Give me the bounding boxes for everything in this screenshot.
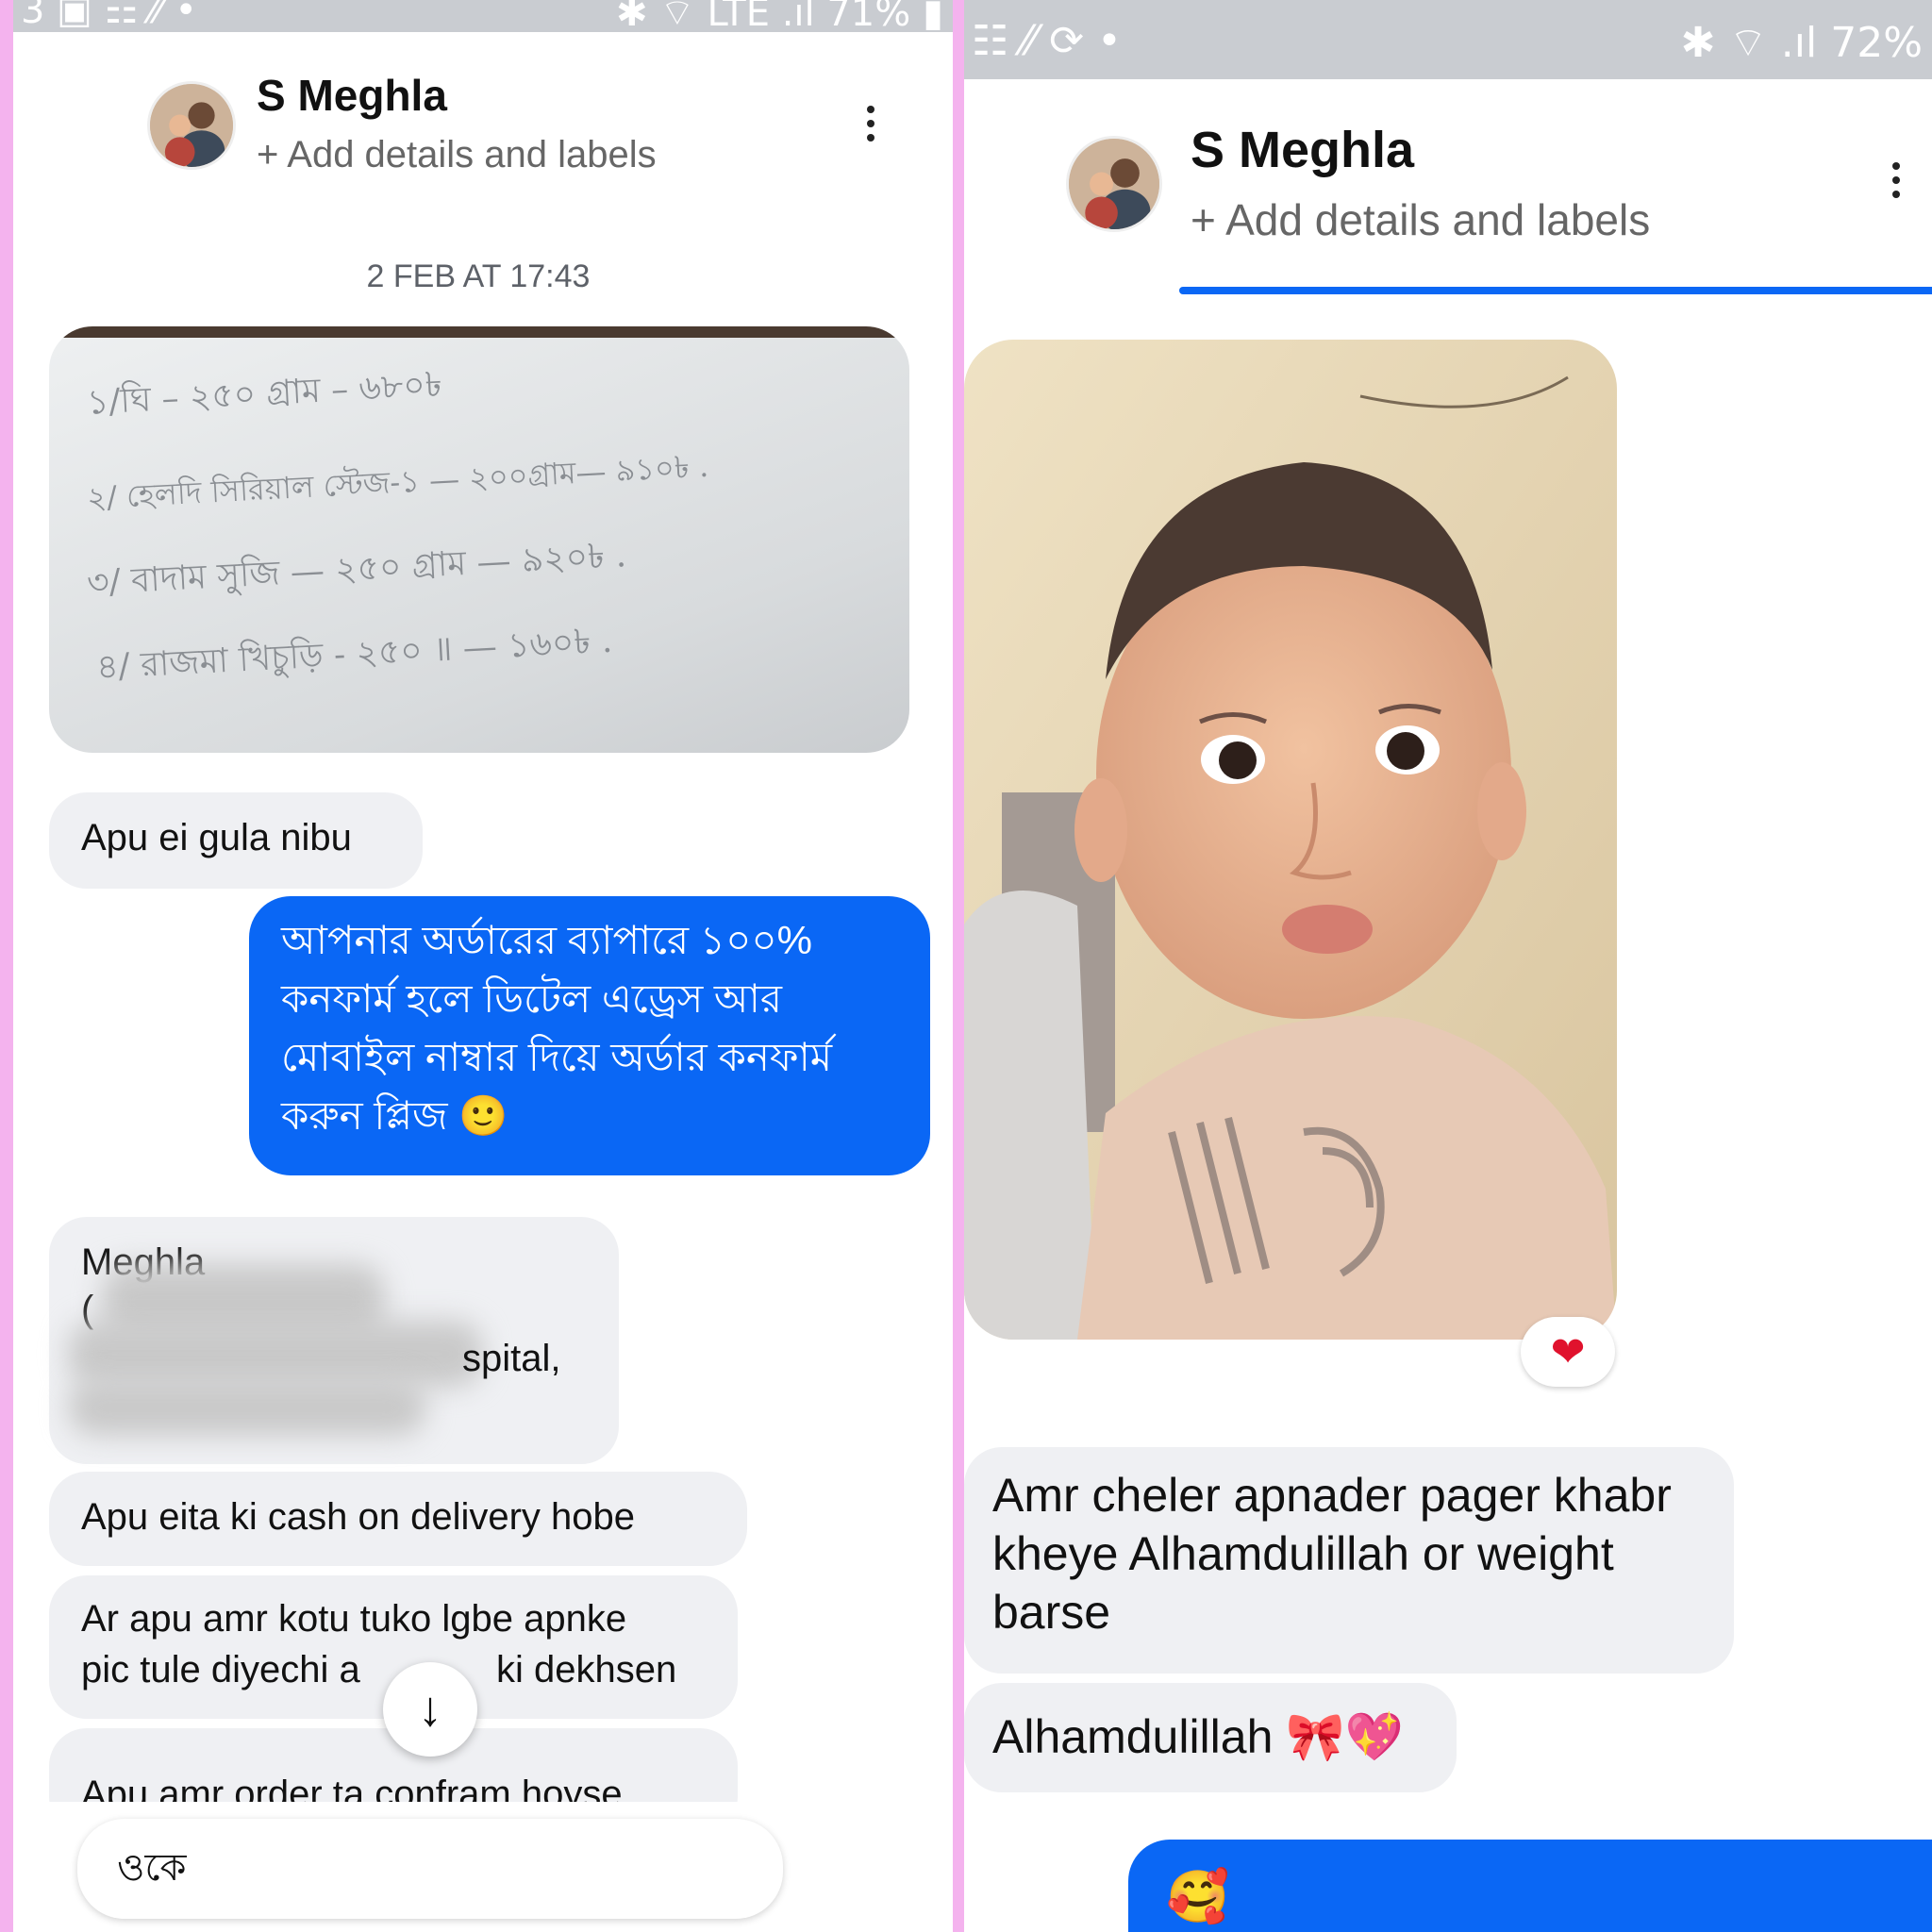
- address-tail: spital,: [462, 1338, 561, 1379]
- incoming-message[interactable]: Amr cheler apnader pager khabr kheye Alh…: [964, 1447, 1734, 1674]
- avatar[interactable]: [1066, 136, 1162, 232]
- outgoing-message[interactable]: 🥰: [1128, 1840, 1932, 1932]
- status-right: ✱ ⌔ LTE .ıl 71% ▮: [615, 0, 943, 35]
- add-details-link[interactable]: + Add details and labels: [1191, 194, 1650, 245]
- status-bar: 3 ▣ ☷ ⁄⁄ • ✱ ⌔ LTE .ıl 71% ▮: [13, 0, 953, 35]
- redacted-address: [68, 1379, 426, 1436]
- status-bar: ☷ ⁄⁄ ⟳ • ✱ ⌔ .ıl 72%: [964, 0, 1932, 79]
- note-line-2: ২/ হেলদি সিরিয়াল স্টেজ-১ — ২০০গ্রাম— ৯১…: [86, 447, 709, 517]
- status-left: ☷ ⁄⁄ ⟳ •: [972, 17, 1122, 65]
- outgoing-message[interactable]: আপনার অর্ডারের ব্যাপারে ১০০% কনফার্ম হলে…: [249, 896, 930, 1175]
- message-line: pic tule diyechi a: [81, 1649, 360, 1690]
- right-screenshot: ☷ ⁄⁄ ⟳ • ✱ ⌔ .ıl 72% S Meghla + Add deta…: [964, 0, 1932, 1932]
- add-details-link[interactable]: + Add details and labels: [257, 134, 657, 176]
- avatar[interactable]: [147, 81, 236, 170]
- message-line: Ar apu amr kotu tuko lgbe apnke: [81, 1598, 627, 1640]
- status-right: ✱ ⌔ .ıl 72%: [1680, 19, 1923, 67]
- incoming-message[interactable]: Apu ei gula nibu: [49, 792, 423, 889]
- more-options-icon[interactable]: [1892, 162, 1900, 198]
- message-line: ki dekhsen: [496, 1649, 677, 1690]
- contact-name[interactable]: S Meghla: [1191, 121, 1414, 179]
- baby-photo[interactable]: [964, 340, 1617, 1340]
- header-underline: [1179, 287, 1932, 294]
- status-left: 3 ▣ ☷ ⁄⁄ •: [21, 0, 197, 32]
- incoming-message[interactable]: Alhamdulillah 🎀💖: [964, 1683, 1457, 1792]
- incoming-message[interactable]: Apu eita ki cash on delivery hobe: [49, 1472, 747, 1566]
- left-screenshot: 3 ▣ ☷ ⁄⁄ • ✱ ⌔ LTE .ıl 71% ▮ S Meghla + …: [13, 0, 953, 1932]
- note-line-4: ৪/ রাজমা খিচুড়ি - ২৫০ ॥ — ১৬০৳ .: [95, 621, 614, 688]
- heart-reaction-icon[interactable]: ❤: [1521, 1317, 1615, 1387]
- note-line-1: ১/ঘি – ২৫০ গ্রাম – ৬৮০৳: [86, 365, 443, 423]
- contact-name[interactable]: S Meghla: [257, 70, 447, 121]
- note-line-3: ৩/ বাদাম সুজি — ২৫০ গ্রাম — ৯২০৳ .: [86, 536, 627, 603]
- address-message[interactable]: Meghla ( spital,: [49, 1217, 619, 1464]
- more-options-icon[interactable]: [867, 106, 874, 142]
- message-input[interactable]: ওকে: [77, 1819, 783, 1919]
- scroll-down-button[interactable]: ↓: [383, 1662, 477, 1757]
- handwritten-note-image[interactable]: ১/ঘি – ২৫০ গ্রাম – ৬৮০৳ ২/ হেলদি সিরিয়া…: [49, 326, 909, 753]
- date-separator: 2 FEB AT 17:43: [366, 258, 591, 294]
- redacted-address: [68, 1321, 483, 1387]
